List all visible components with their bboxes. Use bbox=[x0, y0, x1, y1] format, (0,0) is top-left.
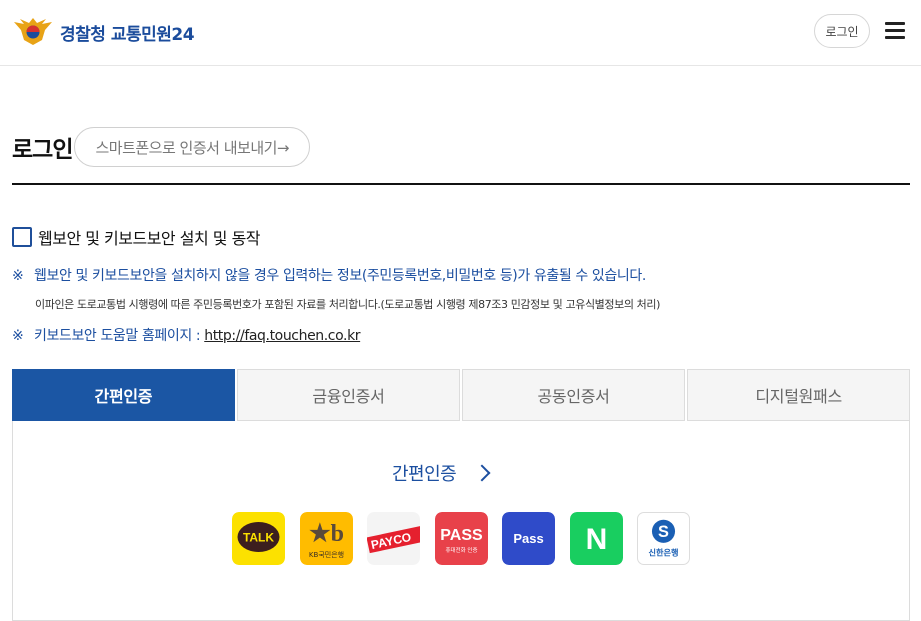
samsung-pass-text: Pass bbox=[513, 531, 543, 546]
provider-pass-button[interactable]: PASS 휴대전화 인증 bbox=[435, 512, 488, 565]
provider-shinhan-button[interactable]: S 신한은행 bbox=[637, 512, 690, 565]
kakao-text: TALK bbox=[243, 531, 274, 545]
auth-tabs: 간편인증 금융인증서 공동인증서 디지털원패스 bbox=[12, 369, 911, 421]
header-login-button[interactable]: 로그인 bbox=[814, 14, 870, 48]
chevron-right-icon bbox=[473, 464, 491, 482]
notice-mark: ※ bbox=[12, 268, 24, 284]
security-warning-text: 웹보안 및 키보드보안을 설치하지 않을 경우 입력하는 정보(주민등록번호,비… bbox=[34, 268, 646, 284]
kakao-talk-icon: TALK bbox=[232, 512, 285, 565]
police-emblem-icon bbox=[14, 18, 52, 45]
svg-text:★b: ★b bbox=[309, 521, 344, 547]
security-checkbox[interactable] bbox=[12, 227, 32, 247]
pass-icon: PASS 휴대전화 인증 bbox=[435, 512, 488, 565]
title-divider bbox=[12, 183, 910, 185]
security-checkbox-row[interactable]: 웹보안 및 키보드보안 설치 및 동작 bbox=[12, 225, 261, 249]
brand-name: 경찰청 교통민원24 bbox=[60, 24, 195, 45]
menu-icon[interactable] bbox=[885, 22, 905, 40]
shinhan-bank-icon: S 신한은행 bbox=[638, 513, 689, 564]
keyboard-help-label: 키보드보안 도움말 홈페이지 : bbox=[34, 328, 201, 344]
page-title: 로그인 bbox=[12, 137, 73, 163]
keyboard-help: ※ 키보드보안 도움말 홈페이지 : http://faq.touchen.co.k… bbox=[12, 325, 361, 345]
privacy-notice: 이파인은 도로교통법 시행령에 따른 주민등록번호가 포함된 자료를 처리합니다… bbox=[35, 298, 660, 311]
notice-mark: ※ bbox=[12, 328, 24, 344]
keyboard-help-link[interactable]: http://faq.touchen.co.kr bbox=[204, 328, 360, 344]
provider-samsung-pass-button[interactable]: Pass bbox=[502, 512, 555, 565]
easy-auth-title: 간편인증 bbox=[392, 464, 457, 485]
payco-icon: PAYCO bbox=[367, 512, 420, 565]
tab-joint-certificate[interactable]: 공동인증서 bbox=[462, 369, 685, 421]
provider-payco-button[interactable]: PAYCO bbox=[367, 512, 420, 565]
kb-bank-icon: ★b KB국민은행 bbox=[300, 512, 353, 565]
provider-naver-button[interactable]: N bbox=[570, 512, 623, 565]
naver-icon: N bbox=[570, 512, 623, 565]
export-certificate-button[interactable]: 스마트폰으로 인증서 내보내기→ bbox=[74, 127, 310, 167]
title-row: 로그인 스마트폰으로 인증서 내보내기→ bbox=[12, 127, 310, 167]
header: 경찰청 교통민원24 로그인 bbox=[0, 0, 921, 66]
kb-text: KB국민은행 bbox=[309, 550, 344, 559]
provider-kakao-button[interactable]: TALK bbox=[232, 512, 285, 565]
shinhan-text: 신한은행 bbox=[648, 547, 678, 557]
samsung-pass-icon: Pass bbox=[502, 512, 555, 565]
tab-easy-auth[interactable]: 간편인증 bbox=[12, 369, 235, 421]
security-checkbox-label: 웹보안 및 키보드보안 설치 및 동작 bbox=[38, 229, 261, 248]
svg-text:S: S bbox=[658, 523, 669, 541]
pass-text: PASS bbox=[440, 527, 483, 544]
logo[interactable]: 경찰청 교통민원24 bbox=[12, 16, 195, 48]
pass-subtext: 휴대전화 인증 bbox=[445, 546, 477, 554]
easy-auth-heading[interactable]: 간편인증 bbox=[392, 460, 491, 486]
tab-financial-certificate[interactable]: 금융인증서 bbox=[237, 369, 460, 421]
tab-digital-onepass[interactable]: 디지털원패스 bbox=[687, 369, 911, 421]
provider-kb-button[interactable]: ★b KB국민은행 bbox=[300, 512, 353, 565]
security-warning: ※ 웹보안 및 키보드보안을 설치하지 않을 경우 입력하는 정보(주민등록번호,… bbox=[12, 265, 646, 285]
naver-text: N bbox=[586, 523, 608, 556]
